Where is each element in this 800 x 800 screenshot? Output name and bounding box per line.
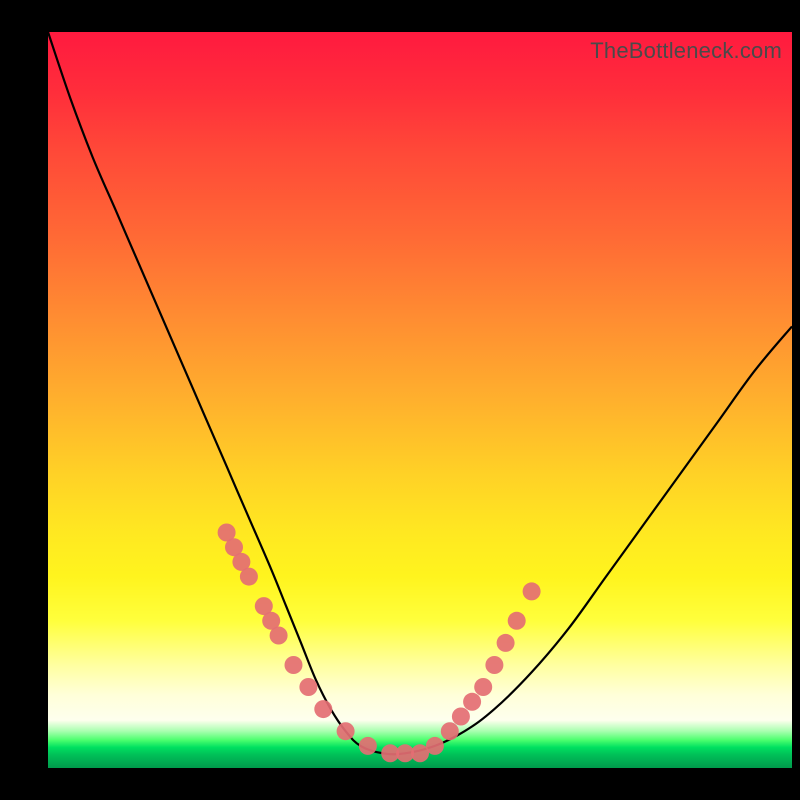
data-dot — [426, 737, 444, 755]
data-dot — [463, 693, 481, 711]
data-dot — [359, 737, 377, 755]
data-dot — [441, 722, 459, 740]
watermark-text: TheBottleneck.com — [590, 38, 782, 64]
plot-area: TheBottleneck.com — [48, 32, 792, 768]
data-dot — [497, 634, 515, 652]
data-dot — [508, 612, 526, 630]
data-dot — [523, 582, 541, 600]
data-dot — [452, 708, 470, 726]
data-dot — [299, 678, 317, 696]
data-dot — [485, 656, 503, 674]
data-dot — [285, 656, 303, 674]
chart-svg — [48, 32, 792, 768]
data-dot — [474, 678, 492, 696]
data-dot — [240, 568, 258, 586]
data-dot — [314, 700, 332, 718]
bottleneck-curve — [48, 32, 792, 754]
data-dot — [270, 627, 288, 645]
chart-frame: TheBottleneck.com — [0, 0, 800, 800]
data-dot — [337, 722, 355, 740]
